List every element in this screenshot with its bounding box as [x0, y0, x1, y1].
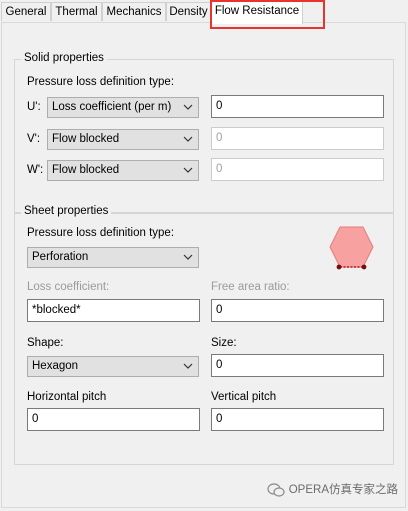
free-area-ratio-label: Free area ratio: [211, 281, 290, 293]
v-loss-mode-value: Flow blocked [52, 133, 120, 145]
free-area-ratio-input[interactable]: 0 [211, 299, 384, 322]
watermark-text: OPERA仿真专家之路 [288, 484, 398, 496]
horizontal-pitch-label: Horizontal pitch [27, 391, 107, 403]
u-loss-mode-select[interactable]: Loss coefficient (per m) [47, 97, 199, 118]
w-loss-mode-value: Flow blocked [52, 164, 120, 176]
wechat-icon [267, 483, 285, 497]
tab-highlight-box [210, 0, 325, 29]
shape-select[interactable]: Hexagon [27, 356, 199, 377]
loss-coefficient-input[interactable]: *blocked* [27, 299, 200, 322]
u-loss-value-input[interactable]: 0 [211, 95, 384, 118]
w-loss-mode-select[interactable]: Flow blocked [47, 160, 199, 181]
loss-coefficient-label: Loss coefficient: [27, 281, 110, 293]
watermark: OPERA仿真专家之路 [267, 481, 398, 497]
chevron-down-icon [183, 363, 193, 369]
size-label: Size: [211, 337, 237, 349]
sheet-loss-type-select[interactable]: Perforation [27, 247, 199, 268]
horizontal-pitch-input[interactable]: 0 [27, 408, 200, 431]
tab-thermal[interactable]: Thermal [51, 2, 102, 21]
sheet-properties-title: Sheet properties [21, 205, 112, 217]
tab-density[interactable]: Density [166, 2, 211, 21]
u-loss-mode-value: Loss coefficient (per m) [52, 101, 172, 113]
tab-strip: General Thermal Mechanics Density Flow R… [0, 0, 408, 24]
hexagon-icon [329, 226, 374, 270]
sheet-loss-type-value: Perforation [32, 251, 89, 263]
size-input[interactable]: 0 [211, 354, 384, 377]
tab-general[interactable]: General [1, 2, 51, 21]
chevron-down-icon [183, 254, 193, 260]
tab-mechanics[interactable]: Mechanics [102, 2, 166, 21]
w-axis-label: W': [27, 164, 44, 176]
u-axis-label: U': [27, 101, 41, 113]
solid-properties-title: Solid properties [21, 52, 107, 64]
vertical-pitch-label: Vertical pitch [211, 391, 277, 403]
chevron-down-icon [183, 167, 193, 173]
solid-properties-group: Solid properties Pressure loss definitio… [14, 52, 394, 214]
shape-label: Shape: [27, 337, 64, 349]
vertical-pitch-input[interactable]: 0 [211, 408, 384, 431]
w-loss-value-input: 0 [211, 158, 384, 181]
chevron-down-icon [183, 136, 193, 142]
shape-value: Hexagon [32, 360, 79, 372]
v-axis-label: V': [27, 133, 41, 145]
v-loss-value-input: 0 [211, 127, 384, 150]
v-loss-mode-select[interactable]: Flow blocked [47, 129, 199, 150]
solid-loss-type-label: Pressure loss definition type: [27, 76, 175, 88]
sheet-loss-type-label: Pressure loss definition type: [27, 227, 175, 239]
chevron-down-icon [183, 104, 193, 110]
